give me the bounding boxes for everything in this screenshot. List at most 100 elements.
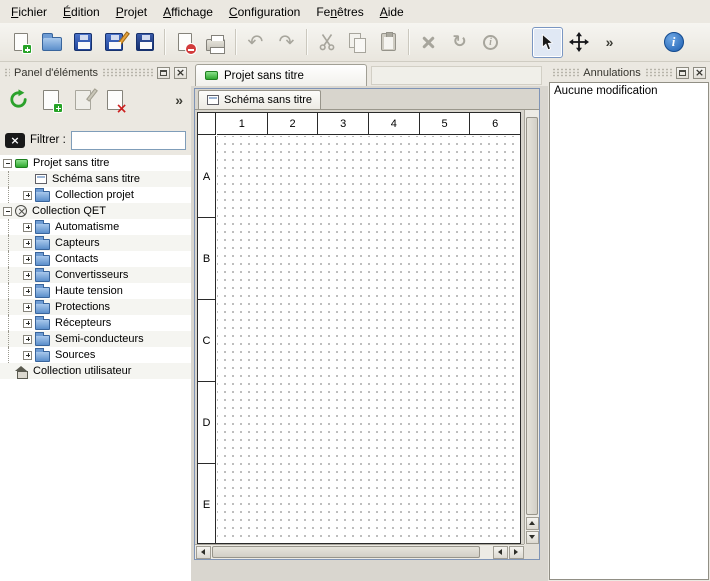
panel-more-icon[interactable] (175, 92, 183, 108)
menu-fichier[interactable]: Fichier (3, 0, 55, 23)
tree-item-sources[interactable]: Sources (0, 347, 191, 363)
scroll-left-button[interactable] (196, 546, 211, 559)
expand-icon[interactable] (23, 319, 32, 328)
paste-button[interactable] (373, 27, 404, 58)
new-element-button[interactable] (36, 85, 65, 114)
about-button[interactable] (658, 27, 689, 58)
column-header: 3 (318, 113, 369, 134)
save-all-button[interactable] (129, 27, 160, 58)
close-file-button[interactable] (169, 27, 200, 58)
column-header: 2 (268, 113, 319, 134)
new-element-icon (43, 90, 59, 110)
tab-schema-sans-titre[interactable]: Schéma sans titre (198, 90, 321, 109)
rotate-button[interactable]: ↻ (444, 27, 475, 58)
copy-button[interactable] (342, 27, 373, 58)
expand-icon[interactable] (23, 223, 32, 232)
menu-aide[interactable]: Aide (372, 0, 412, 23)
tree-item-protections[interactable]: Protections (0, 299, 191, 315)
tree-item-collection-projet[interactable]: Collection projet (0, 187, 191, 203)
expand-icon[interactable] (23, 287, 32, 296)
collapse-icon[interactable] (3, 159, 12, 168)
tree-item-collection-utilisateur[interactable]: Collection utilisateur (0, 363, 191, 379)
print-icon (206, 39, 225, 51)
float-dock-button[interactable] (676, 67, 689, 79)
collapse-icon[interactable] (3, 207, 12, 216)
diagram-grid[interactable] (217, 136, 520, 543)
ruler-corner (198, 113, 216, 135)
diagram-tabbar: Schéma sans titre (195, 89, 539, 110)
save-as-icon (105, 33, 123, 51)
menu-fenetres[interactable]: Fenêtres (308, 0, 371, 23)
save-as-button[interactable] (98, 27, 129, 58)
menu-configuration[interactable]: Configuration (221, 0, 308, 23)
expand-icon[interactable] (23, 239, 32, 248)
reload-collections-button[interactable] (4, 85, 33, 114)
toolbar-more-button[interactable] (594, 27, 625, 58)
scroll-left-button-2[interactable] (493, 546, 508, 559)
tree-item-convertisseurs[interactable]: Convertisseurs (0, 267, 191, 283)
tree-item-contacts[interactable]: Contacts (0, 251, 191, 267)
tree-item-capteurs[interactable]: Capteurs (0, 235, 191, 251)
tree-item-semi-conducteurs[interactable]: Semi-conducteurs (0, 331, 191, 347)
tree-item-haute-tension[interactable]: Haute tension (0, 283, 191, 299)
select-mode-button[interactable] (532, 27, 563, 58)
save-button[interactable] (67, 27, 98, 58)
scroll-down-button[interactable] (526, 531, 539, 544)
toolbar-separator (408, 29, 409, 55)
scroll-up-button[interactable] (526, 517, 539, 530)
cut-button[interactable] (311, 27, 342, 58)
horizontal-scrollbar-thumb[interactable] (212, 546, 480, 558)
clear-filter-button[interactable] (5, 133, 25, 148)
vertical-scrollbar-thumb[interactable] (526, 117, 538, 515)
tree-item-collection-qet[interactable]: Collection QET (0, 203, 191, 219)
menu-edition[interactable]: Édition (55, 0, 108, 23)
new-document-button[interactable] (5, 27, 36, 58)
horizontal-scrollbar[interactable] (195, 544, 524, 559)
elements-dock-title: Panel d'éléments (14, 67, 98, 79)
row-header: C (198, 300, 215, 382)
delete-button[interactable] (413, 27, 444, 58)
undo-icon: ↶ (248, 33, 264, 52)
redo-button[interactable]: ↷ (271, 27, 302, 58)
information-button[interactable] (475, 27, 506, 58)
column-headers: 1 2 3 4 5 6 (217, 113, 520, 135)
open-project-button[interactable] (36, 27, 67, 58)
tree-item-recepteurs[interactable]: Récepteurs (0, 315, 191, 331)
menu-affichage[interactable]: Affichage (155, 0, 221, 23)
tab-projet-sans-titre[interactable]: Projet sans titre (195, 64, 367, 86)
tree-guide (8, 251, 23, 267)
arrow-up-icon (529, 521, 535, 525)
close-dock-button[interactable] (693, 67, 706, 79)
expand-icon[interactable] (23, 303, 32, 312)
expand-icon[interactable] (23, 351, 32, 360)
close-icon (176, 67, 185, 79)
edit-element-button[interactable] (68, 85, 97, 114)
print-button[interactable] (200, 27, 231, 58)
expand-icon[interactable] (23, 255, 32, 264)
scroll-right-button[interactable] (509, 546, 524, 559)
tree-item-automatisme[interactable]: Automatisme (0, 219, 191, 235)
filter-input[interactable] (71, 131, 186, 150)
tree-item-schema[interactable]: Schéma sans titre (0, 171, 191, 187)
move-mode-button[interactable] (563, 27, 594, 58)
workspace: Projet sans titre Schéma sans titre 1 2 … (191, 62, 548, 581)
delete-element-button[interactable] (100, 85, 129, 114)
elements-toolbar (2, 83, 189, 116)
float-dock-button[interactable] (157, 67, 170, 79)
open-folder-icon (42, 37, 62, 51)
undo-history-list[interactable]: Aucune modification (549, 82, 709, 580)
delete-element-icon (107, 90, 123, 110)
tree-item-projet[interactable]: Projet sans titre (0, 155, 191, 171)
undo-empty-text: Aucune modification (554, 85, 658, 97)
expand-icon[interactable] (23, 271, 32, 280)
collections-tree: Projet sans titre Schéma sans titre Coll… (0, 155, 191, 581)
expand-icon[interactable] (23, 191, 32, 200)
expand-icon[interactable] (23, 335, 32, 344)
paste-icon (381, 33, 396, 51)
close-dock-button[interactable] (174, 67, 187, 79)
column-header: 4 (369, 113, 420, 134)
menu-projet[interactable]: Projet (108, 0, 155, 23)
undo-button[interactable]: ↶ (240, 27, 271, 58)
vertical-scrollbar[interactable] (524, 110, 539, 544)
row-header: D (198, 382, 215, 464)
